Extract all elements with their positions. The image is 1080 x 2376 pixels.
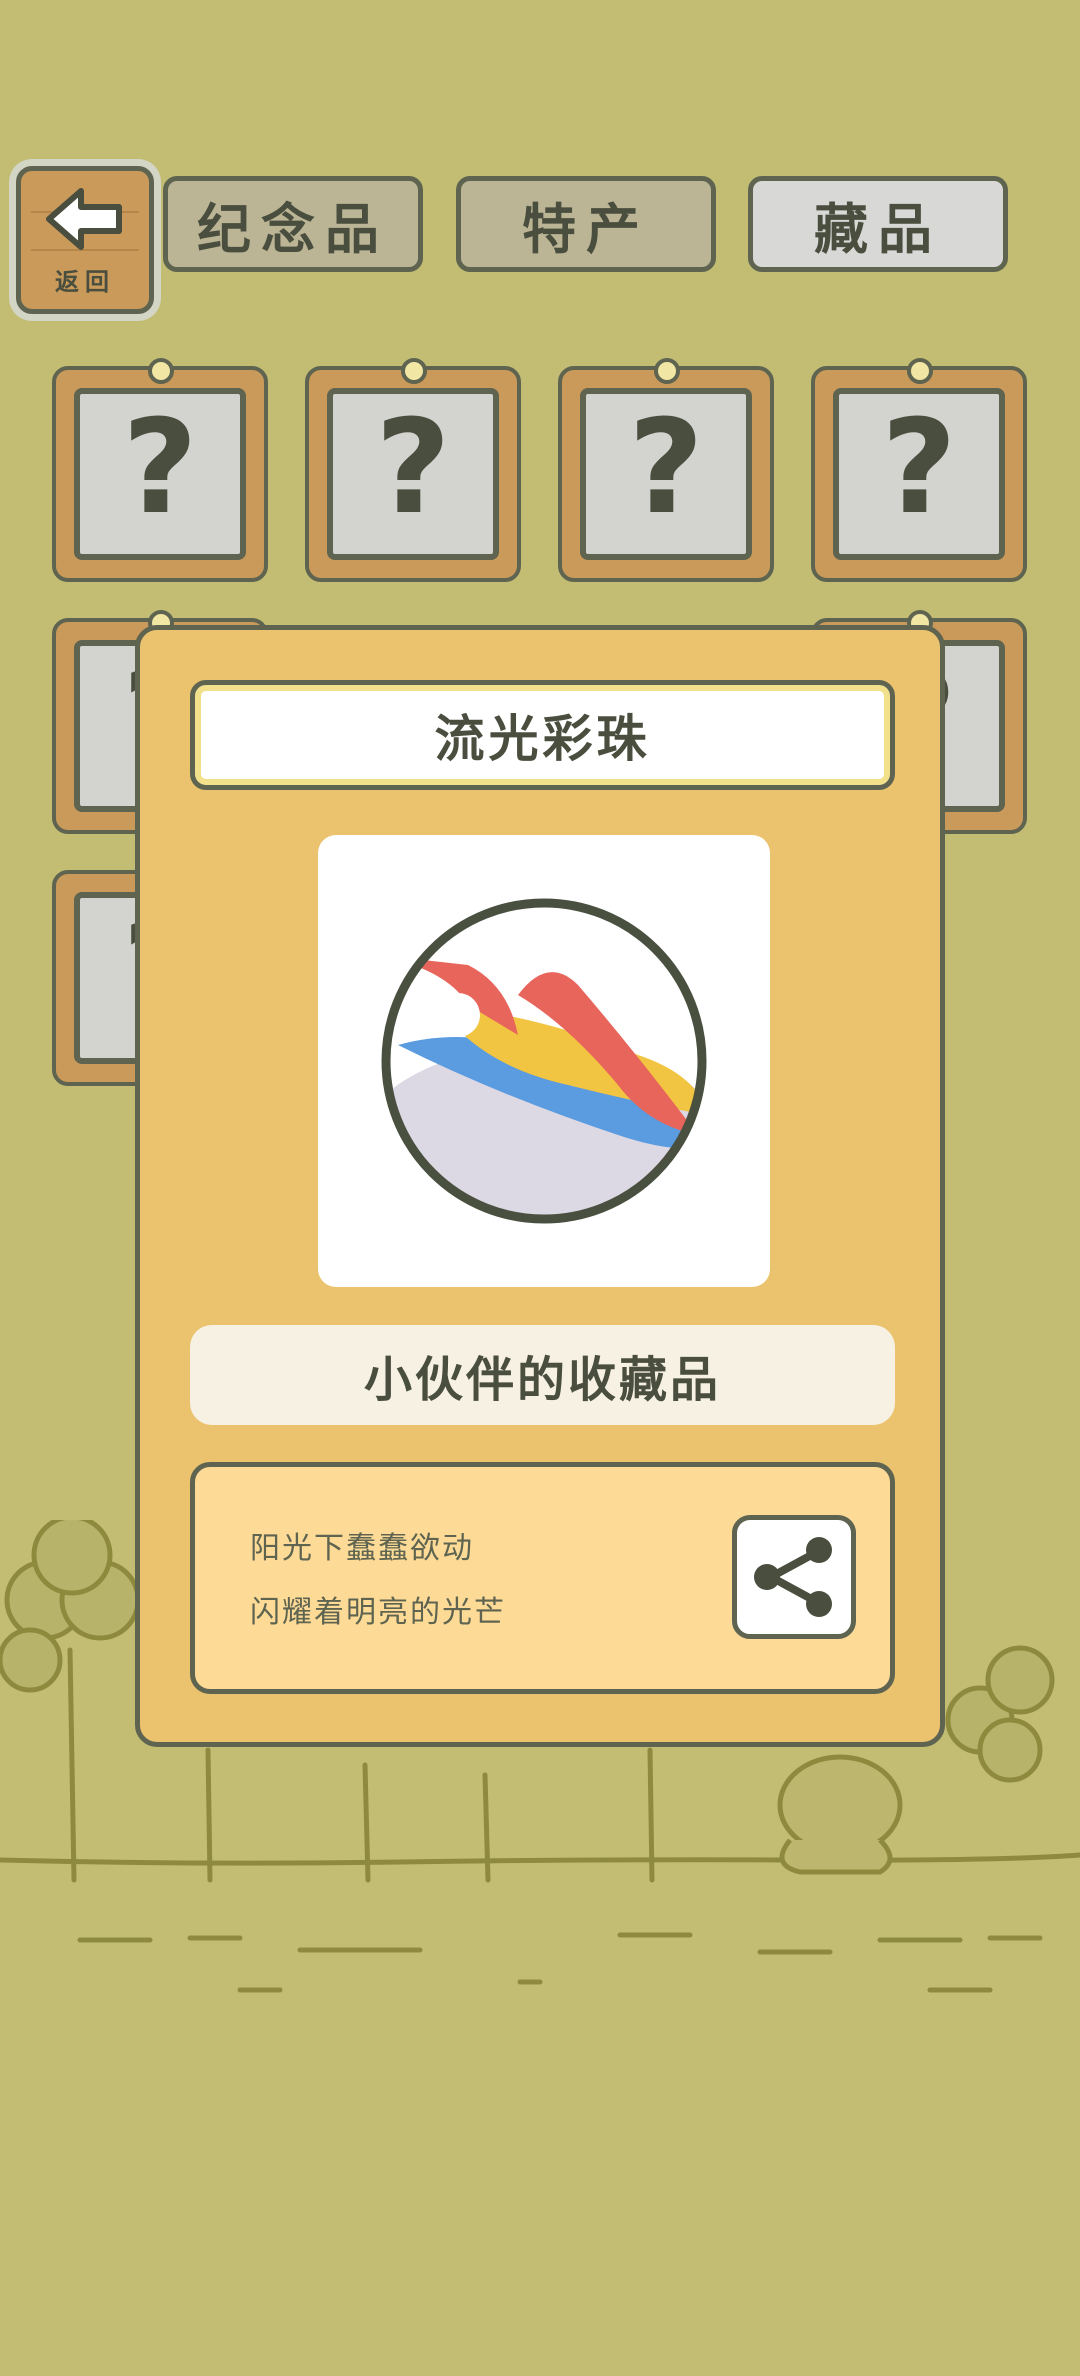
marble-icon: [381, 898, 707, 1224]
collection-slot[interactable]: ?: [558, 358, 774, 582]
question-mark-icon: ?: [375, 391, 451, 543]
share-button[interactable]: [732, 1515, 856, 1639]
tab-specialties[interactable]: 特产: [456, 176, 716, 272]
back-label: 返回: [55, 268, 115, 296]
description-line: 闪耀着明亮的光芒: [250, 1595, 506, 1630]
item-description-box: 阳光下蠢蠢欲动 闪耀着明亮的光芒: [190, 1462, 895, 1694]
collection-slot[interactable]: ?: [52, 358, 268, 582]
collection-slot[interactable]: ?: [811, 358, 1027, 582]
tab-souvenirs[interactable]: 纪念品: [163, 176, 423, 272]
question-mark-icon: ?: [122, 391, 198, 543]
item-category: 小伙伴的收藏品: [190, 1325, 895, 1425]
tab-label: 藏品: [814, 197, 942, 261]
tab-label: 特产: [522, 197, 650, 261]
collection-slot[interactable]: ?: [305, 358, 521, 582]
tab-collectibles[interactable]: 藏品: [748, 176, 1008, 272]
description-line: 阳光下蠢蠢欲动: [250, 1531, 474, 1566]
question-mark-icon: ?: [628, 391, 704, 543]
arrow-left-icon: [46, 188, 122, 250]
tab-label: 纪念品: [197, 197, 389, 261]
back-button[interactable]: 返回: [16, 166, 154, 314]
item-image-panel: [318, 835, 770, 1287]
question-mark-icon: ?: [881, 391, 957, 543]
share-icon: [754, 1537, 832, 1617]
item-title: 流光彩珠: [190, 680, 895, 790]
item-detail-dialog: 流光彩珠 小伙伴的收藏品 阳光下蠢蠢欲动 闪耀着明亮的光芒: [135, 625, 945, 1747]
